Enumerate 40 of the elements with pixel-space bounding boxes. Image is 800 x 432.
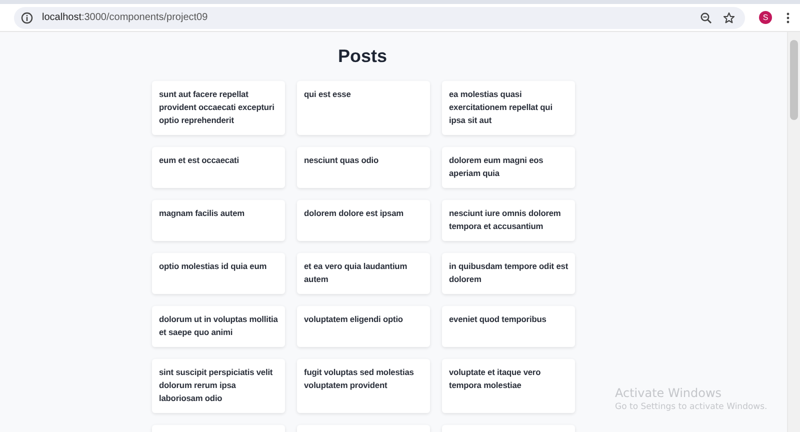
post-title: qui est esse: [304, 88, 352, 101]
post-card[interactable]: sint suscipit perspiciatis velit dolorum rerum ipsa laboriosam odio: [152, 359, 285, 413]
post-card[interactable]: optio molestias id quia eum: [152, 253, 285, 294]
post-title: eveniet quod temporibus: [449, 313, 548, 326]
post-card[interactable]: voluptatem eligendi optio: [297, 306, 430, 347]
post-card[interactable]: nesciunt quas odio: [297, 147, 430, 188]
post-card[interactable]: nesciunt iure omnis dolorem tempora et accusantium: [442, 200, 575, 241]
post-title: fugit voluptas sed molestias voluptatem provident: [304, 366, 415, 392]
page-title: Posts: [336, 45, 388, 67]
post-title: optio molestias id quia eum: [159, 260, 268, 273]
address-bar[interactable]: localhost:3000/components/project09: [14, 6, 745, 28]
post-card[interactable]: et ea vero quia laudantium autem: [297, 253, 430, 294]
post-card[interactable]: dolorem eum magni eos aperiam quia: [442, 147, 575, 188]
post-title: magnam facilis autem: [159, 207, 246, 220]
profile-avatar[interactable]: S: [759, 11, 772, 24]
post-card[interactable]: ea molestias quasi exercitationem repellat qui ipsa sit aut: [442, 81, 575, 135]
post-title: dolorum ut in voluptas mollitia et saepe quo animi: [159, 313, 279, 339]
post-title: in quibusdam tempore odit est dolorem: [449, 260, 569, 286]
post-title: voluptate et itaque vero tempora molestiae: [449, 366, 542, 392]
post-card[interactable]: fugit voluptas sed molestias voluptatem provident: [297, 359, 430, 413]
post-title: nesciunt quas odio: [304, 154, 380, 167]
post-title: ea molestias quasi exercitationem repellat qui ipsa sit aut: [449, 88, 554, 127]
post-card[interactable]: qui est esse: [297, 81, 430, 135]
post-title: nesciunt iure omnis dolorem tempora et accusantium: [449, 207, 562, 233]
post-title: eum et est occaecati: [159, 154, 240, 167]
post-title: sint suscipit perspiciatis velit dolorum rerum ipsa laboriosam odio: [159, 366, 274, 405]
post-title: voluptatem eligendi optio: [304, 313, 404, 326]
post-title: sunt aut facere repellat provident occaecati excepturi optio reprehenderit: [159, 88, 276, 127]
post-card[interactable]: in quibusdam tempore odit est dolorem: [442, 253, 575, 294]
post-card[interactable]: dolorum ut in voluptas mollitia et saepe quo animi: [152, 306, 285, 347]
post-card[interactable]: eum et est occaecati: [152, 147, 285, 188]
url-text: localhost:3000/components/project09: [42, 12, 209, 23]
post-card[interactable]: eveniet quod temporibus: [442, 306, 575, 347]
post-title: dolorem eum magni eos aperiam quia: [449, 154, 544, 180]
post-title: dolorem dolore est ipsam: [304, 207, 405, 220]
post-card[interactable]: sunt aut facere repellat provident occaecati excepturi optio reprehenderit: [152, 81, 285, 135]
post-card[interactable]: voluptate et itaque vero tempora molestiae: [442, 359, 575, 413]
post-title: et ea vero quia laudantium autem: [304, 260, 408, 286]
post-card[interactable]: dolorem dolore est ipsam: [297, 200, 430, 241]
post-card[interactable]: magnam facilis autem: [152, 200, 285, 241]
